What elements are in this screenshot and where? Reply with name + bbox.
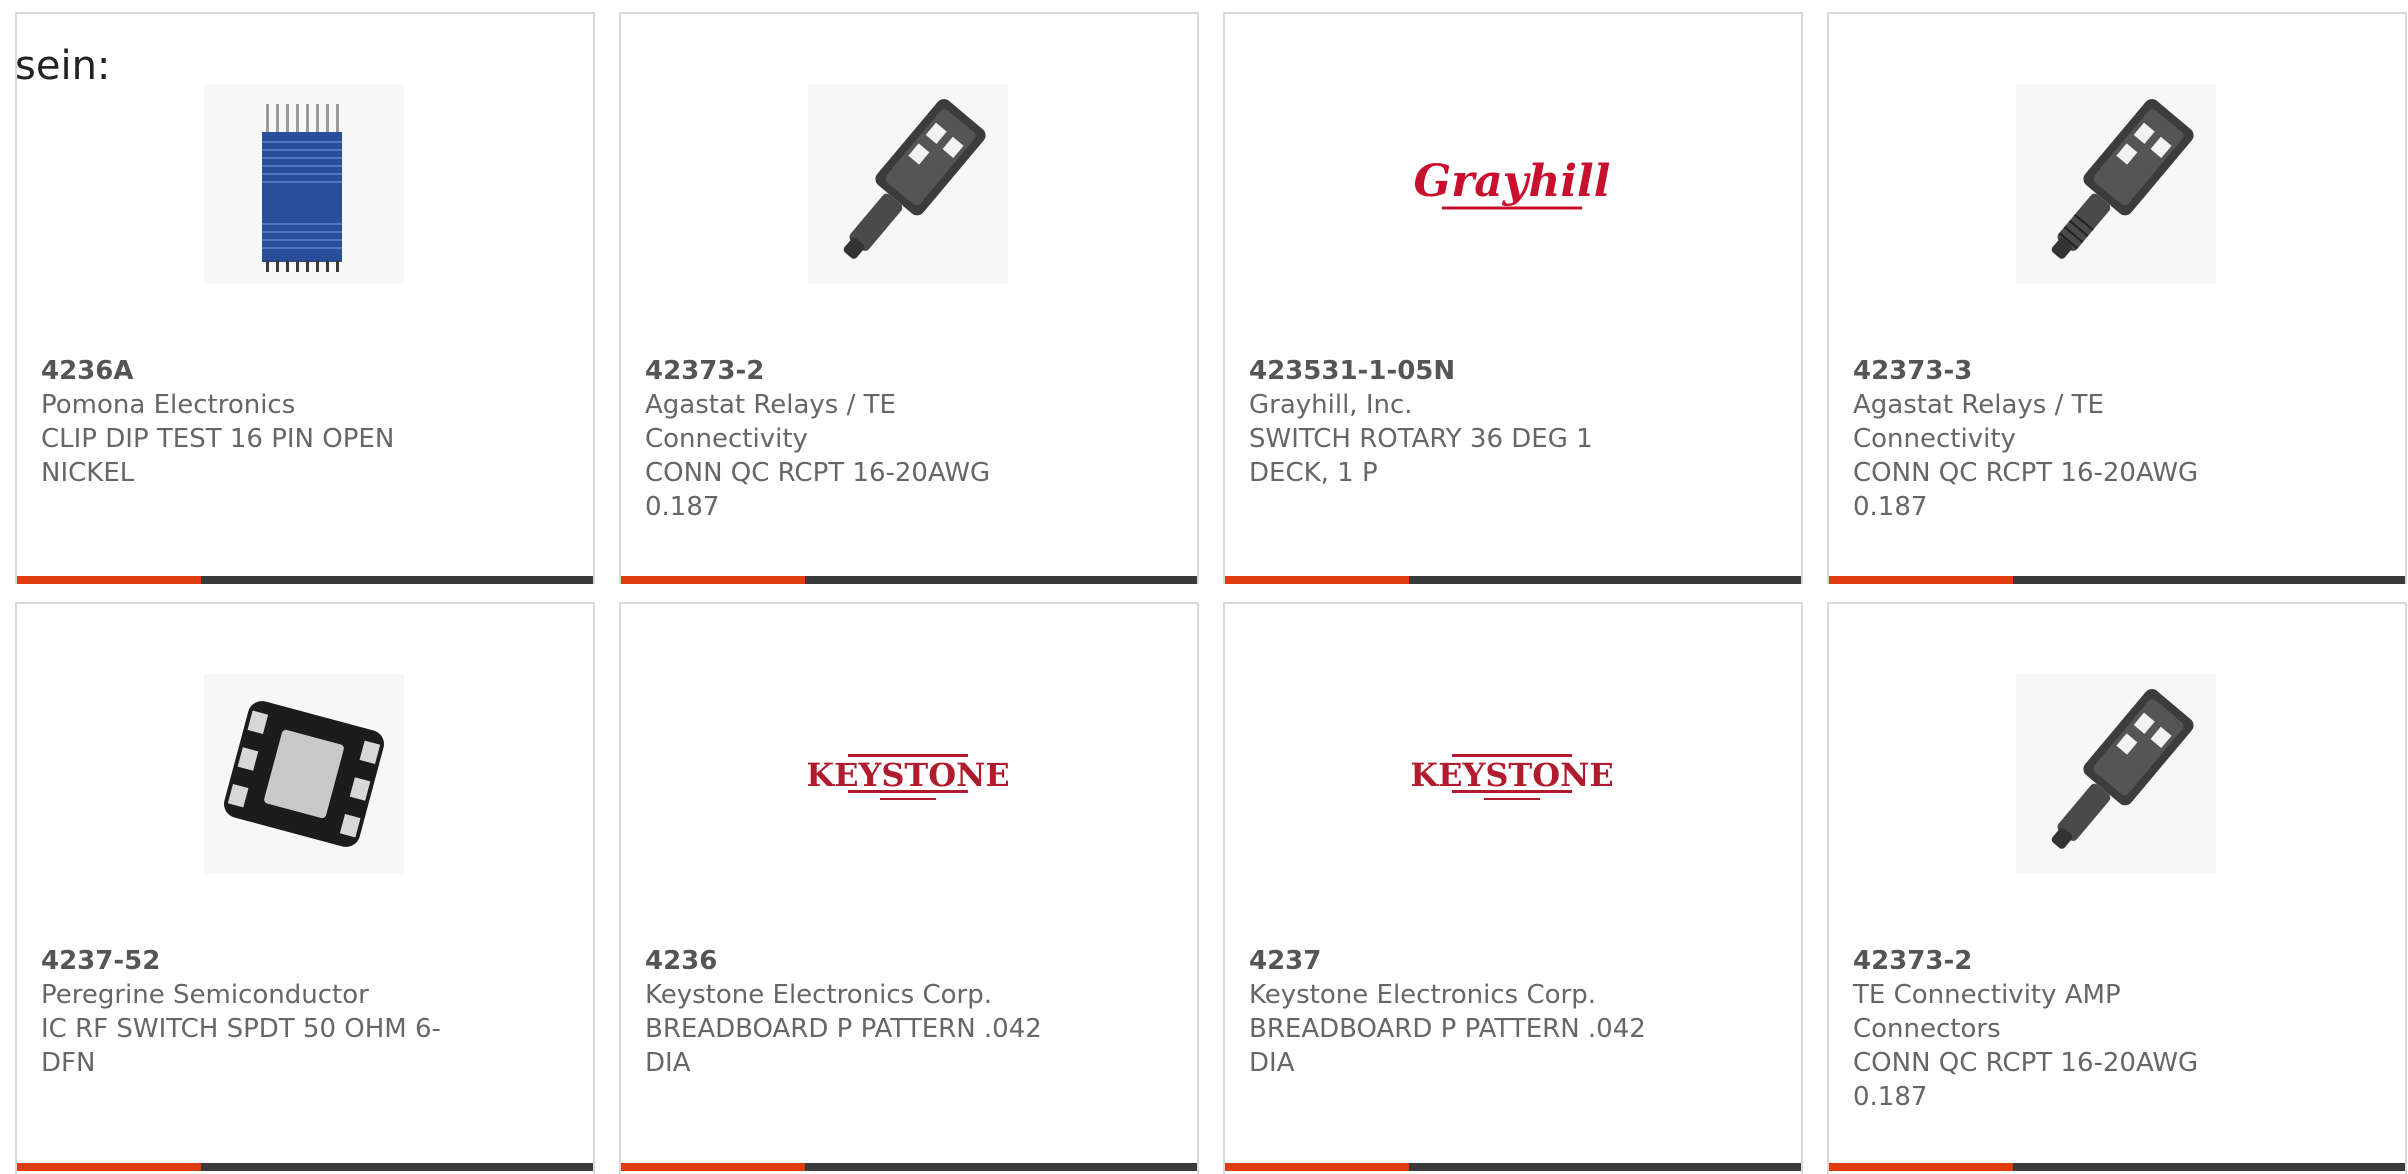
keystone-logo-text: KEYSTONE xyxy=(808,756,1008,794)
product-grid: 4236A Pomona Electronics CLIP DIP TEST 1… xyxy=(15,12,2407,1174)
intro-text: sein: xyxy=(15,43,111,89)
quick-connect-receptacle-icon[interactable] xyxy=(808,84,1008,284)
card-bottom-bar xyxy=(621,1163,1197,1171)
description: CONN QC RCPT 16-20AWG 0.187 xyxy=(1853,1048,2199,1112)
product-card[interactable]: Grayhill 423531-1-05N Grayhill, Inc. SWI… xyxy=(1223,12,1803,584)
part-number[interactable]: 423531-1-05N xyxy=(1249,354,1669,388)
description: BREADBOARD P PATTERN .042 DIA xyxy=(645,1014,1042,1078)
product-card[interactable]: 42373-3 Agastat Relays / TE Connectivity… xyxy=(1827,12,2407,584)
grayhill-logo[interactable]: Grayhill xyxy=(1412,84,1612,284)
product-card[interactable]: 4237-52 Peregrine Semiconductor IC RF SW… xyxy=(15,602,595,1174)
keystone-logo[interactable]: KEYSTONE xyxy=(1412,674,1612,874)
product-card[interactable]: KEYSTONE 4237 Keystone Electronics Corp.… xyxy=(1223,602,1803,1174)
part-number[interactable]: 42373-3 xyxy=(1853,354,2273,388)
product-info: 423531-1-05N Grayhill, Inc. SWITCH ROTAR… xyxy=(1249,354,1669,490)
grayhill-logo-text: Grayhill xyxy=(1414,156,1611,207)
card-bottom-bar xyxy=(1225,576,1801,584)
card-bottom-bar xyxy=(1829,576,2405,584)
card-bottom-bar xyxy=(621,576,1197,584)
product-info: 42373-3 Agastat Relays / TE Connectivity… xyxy=(1853,354,2273,524)
manufacturer: Peregrine Semiconductor xyxy=(41,980,369,1010)
keystone-logo-text: KEYSTONE xyxy=(1412,756,1612,794)
manufacturer: Keystone Electronics Corp. xyxy=(645,980,993,1010)
product-info: 42373-2 Agastat Relays / TE Connectivity… xyxy=(645,354,1065,524)
card-bottom-bar xyxy=(1829,1163,2405,1171)
product-card[interactable]: KEYSTONE 4236 Keystone Electronics Corp.… xyxy=(619,602,1199,1174)
description: CLIP DIP TEST 16 PIN OPEN NICKEL xyxy=(41,424,395,488)
dfn-chip-icon[interactable] xyxy=(204,674,404,874)
part-number[interactable]: 42373-2 xyxy=(645,354,1065,388)
dip-test-clip-icon[interactable] xyxy=(204,84,404,284)
manufacturer: Grayhill, Inc. xyxy=(1249,390,1413,420)
quick-connect-receptacle-icon[interactable] xyxy=(2016,674,2216,874)
product-info: 4237 Keystone Electronics Corp. BREADBOA… xyxy=(1249,944,1669,1080)
manufacturer: Keystone Electronics Corp. xyxy=(1249,980,1597,1010)
product-card[interactable]: 42373-2 Agastat Relays / TE Connectivity… xyxy=(619,12,1199,584)
product-info: 4236 Keystone Electronics Corp. BREADBOA… xyxy=(645,944,1065,1080)
part-number[interactable]: 4237-52 xyxy=(41,944,461,978)
card-bottom-bar xyxy=(17,1163,593,1171)
part-number[interactable]: 4236 xyxy=(645,944,1065,978)
manufacturer: TE Connectivity AMP Connectors xyxy=(1853,980,2121,1044)
keystone-logo[interactable]: KEYSTONE xyxy=(808,674,1008,874)
description: CONN QC RCPT 16-20AWG 0.187 xyxy=(645,458,991,522)
product-info: 4236A Pomona Electronics CLIP DIP TEST 1… xyxy=(41,354,461,490)
description: SWITCH ROTARY 36 DEG 1 DECK, 1 P xyxy=(1249,424,1593,488)
product-card[interactable]: 42373-2 TE Connectivity AMP Connectors C… xyxy=(1827,602,2407,1174)
part-number[interactable]: 4237 xyxy=(1249,944,1669,978)
part-number[interactable]: 42373-2 xyxy=(1853,944,2273,978)
manufacturer: Agastat Relays / TE Connectivity xyxy=(1853,390,2104,454)
description: CONN QC RCPT 16-20AWG 0.187 xyxy=(1853,458,2199,522)
card-bottom-bar xyxy=(1225,1163,1801,1171)
manufacturer: Pomona Electronics xyxy=(41,390,296,420)
product-card[interactable]: 4236A Pomona Electronics CLIP DIP TEST 1… xyxy=(15,12,595,584)
description: BREADBOARD P PATTERN .042 DIA xyxy=(1249,1014,1646,1078)
part-number[interactable]: 4236A xyxy=(41,354,461,388)
product-info: 42373-2 TE Connectivity AMP Connectors C… xyxy=(1853,944,2273,1114)
card-bottom-bar xyxy=(17,576,593,584)
description: IC RF SWITCH SPDT 50 OHM 6-DFN xyxy=(41,1014,441,1078)
quick-connect-receptacle-icon[interactable] xyxy=(2016,84,2216,284)
product-info: 4237-52 Peregrine Semiconductor IC RF SW… xyxy=(41,944,461,1080)
manufacturer: Agastat Relays / TE Connectivity xyxy=(645,390,896,454)
